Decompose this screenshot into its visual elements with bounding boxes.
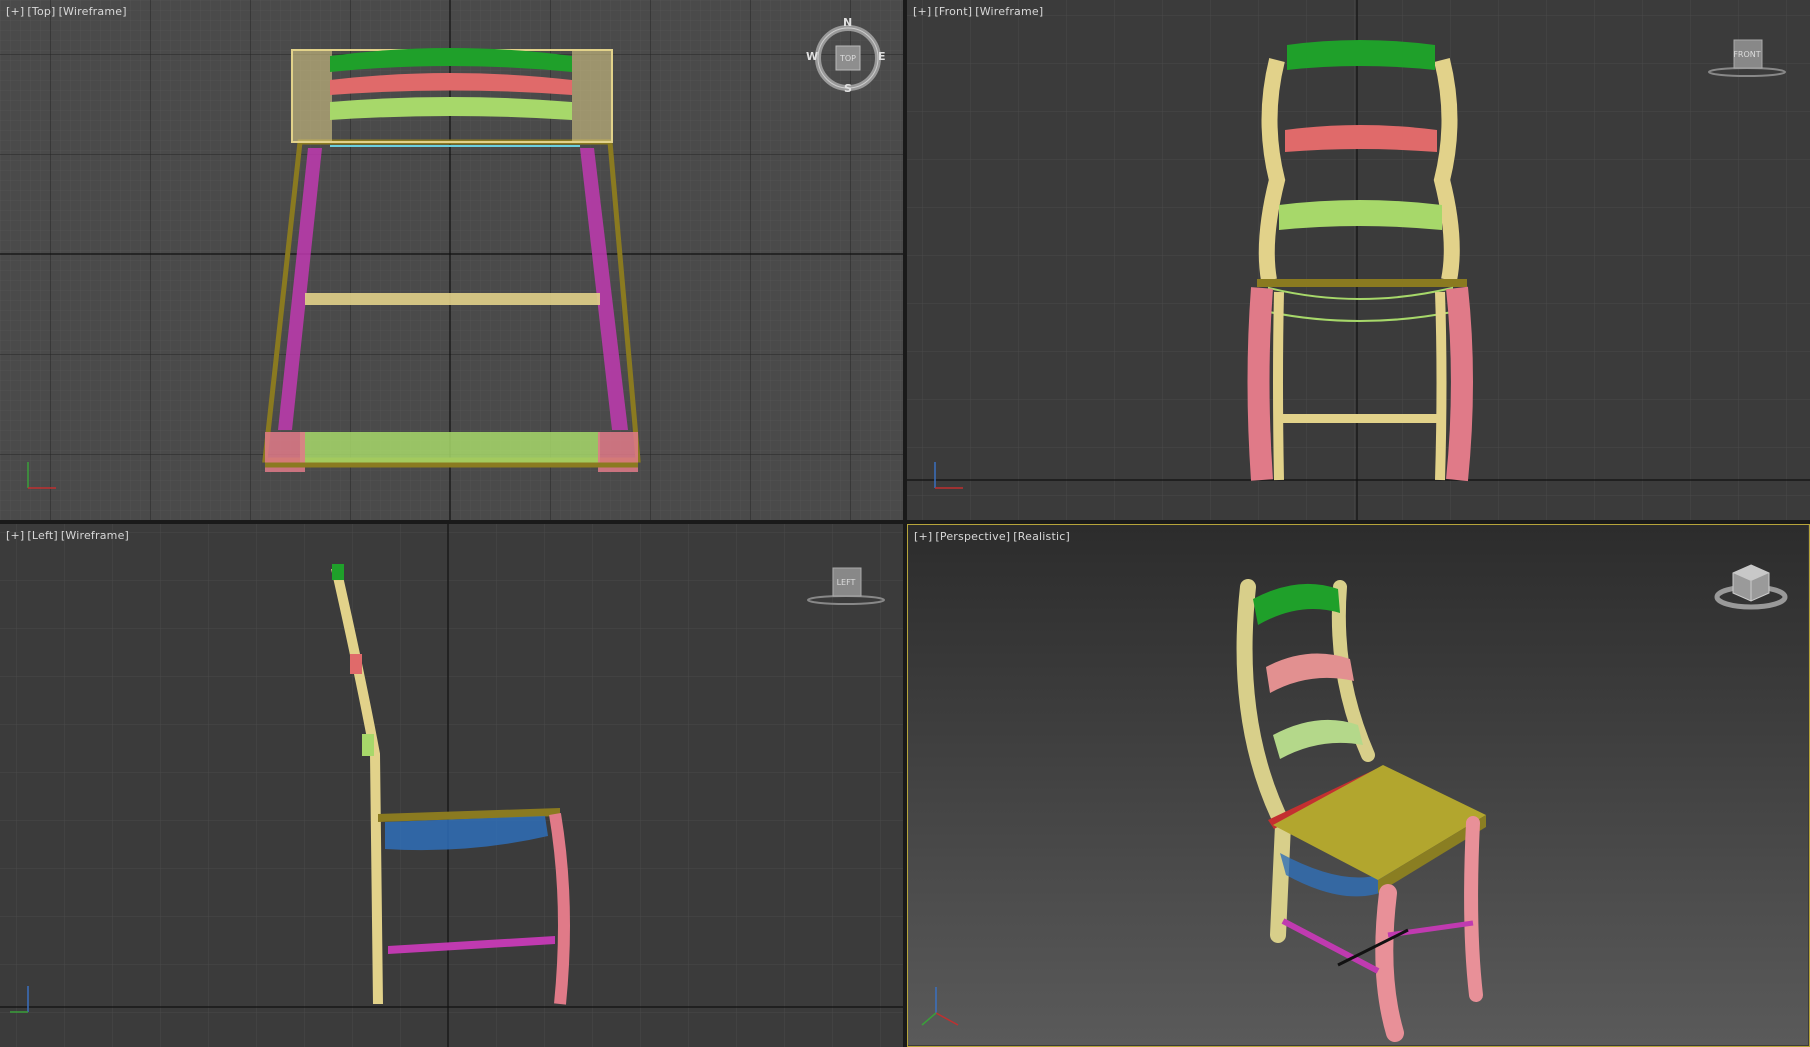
- shading-menu[interactable]: [Wireframe]: [61, 529, 129, 542]
- viewport-perspective-canvas[interactable]: [908, 525, 1808, 1045]
- viewport-left-label[interactable]: [+] [Left] [Wireframe]: [6, 529, 132, 542]
- view-type-menu[interactable]: [Front]: [934, 5, 972, 18]
- viewport-menu-button[interactable]: [+]: [914, 530, 932, 543]
- viewcube-3d-icon[interactable]: [1711, 557, 1791, 613]
- viewcube-compass[interactable]: TOP N S E W: [806, 16, 888, 98]
- viewport-menu-button[interactable]: [+]: [913, 5, 931, 18]
- viewport-front[interactable]: [+] [Front] [Wireframe] FRONT: [907, 0, 1810, 520]
- shading-menu[interactable]: [Wireframe]: [59, 5, 127, 18]
- view-type-menu[interactable]: [Left]: [27, 529, 57, 542]
- viewport-top-canvas[interactable]: [0, 0, 903, 520]
- viewport-left-canvas[interactable]: [0, 524, 903, 1047]
- viewport-menu-button[interactable]: [+]: [6, 5, 24, 18]
- viewport-top-label[interactable]: [+] [Top] [Wireframe]: [6, 5, 130, 18]
- viewport-top[interactable]: [+] [Top] [Wireframe] TOP N S E W: [0, 0, 903, 520]
- viewport-left[interactable]: [+] [Left] [Wireframe] LEFT: [0, 524, 903, 1047]
- view-type-menu[interactable]: [Perspective]: [935, 530, 1010, 543]
- compass-south-label: S: [844, 82, 852, 95]
- viewport-front-label[interactable]: [+] [Front] [Wireframe]: [913, 5, 1046, 18]
- viewport-perspective-label[interactable]: [+] [Perspective] [Realistic]: [914, 530, 1073, 543]
- viewcube[interactable]: LEFT: [806, 564, 886, 608]
- viewport-front-canvas[interactable]: [907, 0, 1810, 520]
- compass-west-label: W: [806, 50, 819, 63]
- shading-menu[interactable]: [Wireframe]: [975, 5, 1043, 18]
- viewcube[interactable]: FRONT: [1707, 36, 1787, 80]
- viewport-menu-button[interactable]: [+]: [6, 529, 24, 542]
- viewport-perspective[interactable]: [+] [Perspective] [Realistic]: [907, 524, 1810, 1047]
- compass-east-label: E: [878, 50, 886, 63]
- compass-north-label: N: [843, 16, 853, 29]
- shading-menu[interactable]: [Realistic]: [1013, 530, 1070, 543]
- viewcube-face-label[interactable]: FRONT: [1707, 36, 1787, 72]
- viewcube-face-label[interactable]: LEFT: [806, 564, 886, 600]
- view-type-menu[interactable]: [Top]: [27, 5, 55, 18]
